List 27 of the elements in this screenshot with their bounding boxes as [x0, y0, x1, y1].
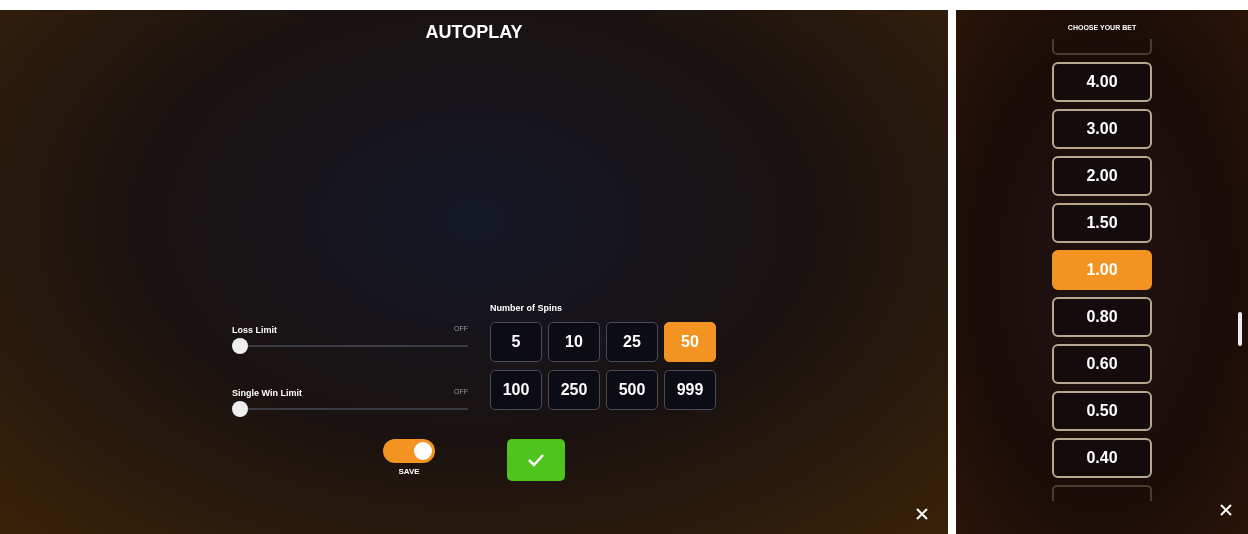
spins-option[interactable]: 999 — [664, 370, 716, 410]
spins-option[interactable]: 5 — [490, 322, 542, 362]
autoplay-title: AUTOPLAY — [425, 22, 523, 43]
toggle-switch[interactable] — [383, 439, 435, 463]
slider-thumb[interactable] — [232, 338, 248, 354]
spins-label: Number of Spins — [490, 303, 563, 313]
close-icon[interactable] — [916, 508, 928, 520]
spins-option[interactable]: 500 — [606, 370, 658, 410]
bet-option[interactable]: 2.00 — [1052, 156, 1152, 196]
scrollbar-thumb[interactable] — [1238, 312, 1242, 346]
bet-option[interactable]: 0.40 — [1052, 438, 1152, 478]
toggle-label: SAVE — [398, 467, 420, 476]
bet-option[interactable]: 0.50 — [1052, 391, 1152, 431]
bet-option[interactable]: 4.00 — [1052, 62, 1152, 102]
limit-label: Loss Limit — [232, 325, 277, 335]
slider-thumb[interactable] — [232, 401, 248, 417]
checkmark-icon — [527, 453, 545, 467]
bet-option[interactable]: 1.50 — [1052, 203, 1152, 243]
bet-option[interactable]: 3.00 — [1052, 109, 1152, 149]
spins-option[interactable]: 100 — [490, 370, 542, 410]
spins-option[interactable]: 10 — [548, 322, 600, 362]
spins-option[interactable]: 250 — [548, 370, 600, 410]
bet-option[interactable]: 0.80 — [1052, 297, 1152, 337]
spins-option[interactable]: 25 — [606, 322, 658, 362]
limit-label: Single Win Limit — [232, 388, 302, 398]
close-icon[interactable] — [1220, 504, 1232, 516]
bet-option[interactable]: 0.60 — [1052, 344, 1152, 384]
